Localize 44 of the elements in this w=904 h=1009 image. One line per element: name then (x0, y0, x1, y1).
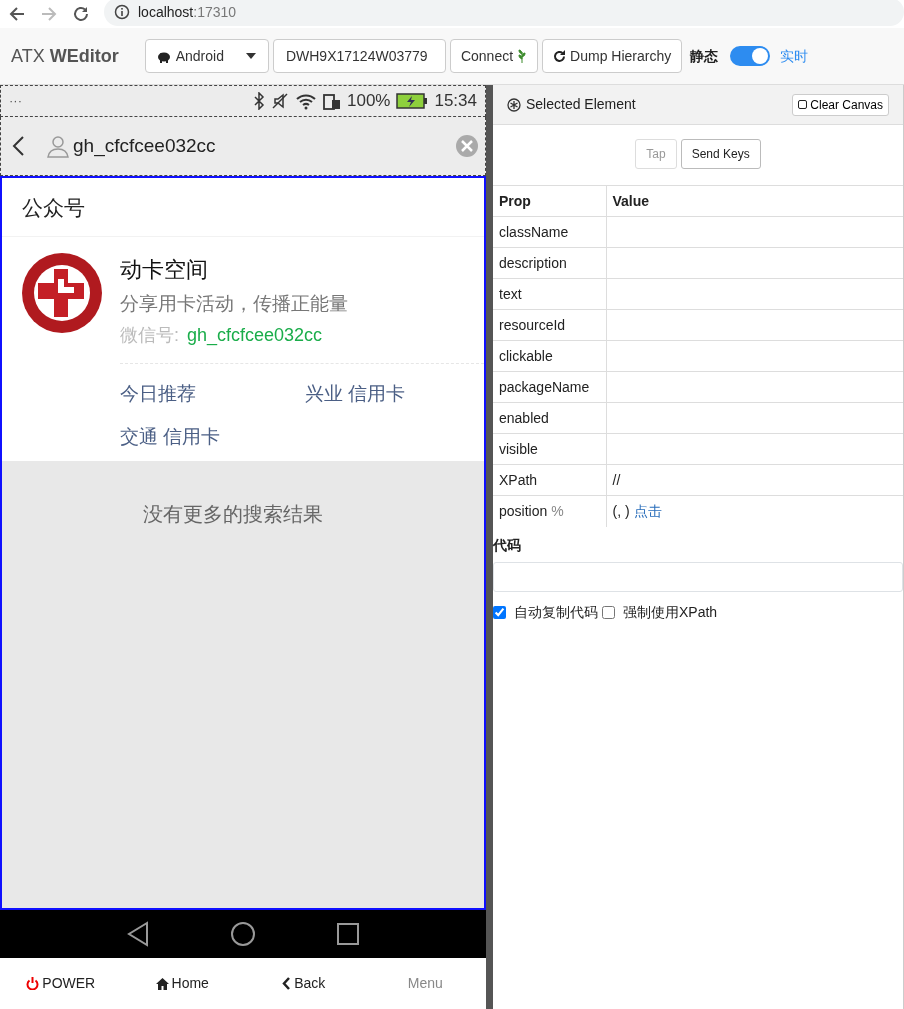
value-text: (, ) (612, 502, 630, 519)
prop-cell: packageName (493, 371, 606, 403)
value-cell: // (606, 464, 903, 496)
home-button[interactable]: Home (121, 972, 243, 995)
option-label: 强制使用XPath (623, 602, 718, 622)
dump-hierarchy-button[interactable]: Dump Hierarchy (542, 39, 683, 73)
clear-canvas-button[interactable]: Clear Canvas (792, 93, 889, 116)
back-button[interactable]: Back (243, 972, 365, 995)
wechat-id: gh_cfcfcee032cc (187, 324, 323, 348)
code-label: 代码 (493, 535, 522, 555)
mode-label: 实时 (780, 46, 809, 66)
connect-button[interactable]: Connect (449, 39, 539, 73)
prop-cell: className (493, 216, 606, 248)
column-header: Prop (493, 185, 606, 217)
prop-cell: resourceId (493, 309, 606, 341)
prop-cell: text (493, 278, 606, 310)
shortcut-link[interactable]: 交通 信用卡 (120, 422, 305, 451)
prop-cell: position % (493, 495, 606, 527)
shortcut-link[interactable]: 兴业 信用卡 (305, 380, 484, 409)
shortcut-link[interactable]: 今日推荐 (120, 380, 305, 409)
column-header: Value (606, 185, 903, 217)
mode-label: 静态 (690, 46, 719, 66)
prop-cell: enabled (493, 402, 606, 434)
account-name[interactable]: 动卡空间 (120, 252, 484, 286)
prop-cell: visible (493, 433, 606, 465)
panel-title: Selected Element (526, 95, 636, 114)
battery-percent: 100% (346, 90, 391, 113)
no-more-results: 没有更多的搜索结果 (142, 502, 324, 527)
url-text[interactable]: localhost:17310 (138, 1, 237, 23)
action-button[interactable]: Send Keys (680, 139, 761, 169)
overflow-text: ··· (9, 92, 23, 111)
prop-cell: description (493, 247, 606, 279)
power-button[interactable]: POWER (0, 972, 122, 995)
option-label: 自动复制代码 (514, 602, 598, 622)
platform-dropdown[interactable]: Android (144, 39, 269, 73)
clock-text: 15:34 (434, 90, 477, 113)
serial-field[interactable]: DWH9X17124W03779 (272, 39, 446, 73)
section-heading: 公众号 (2, 178, 484, 237)
prop-cell: XPath (493, 464, 606, 496)
account-description: 分享用卡活动，传播正能量 (120, 291, 349, 316)
tap-link[interactable]: 点击 (633, 502, 662, 519)
prop-cell: clickable (493, 340, 606, 372)
app-title: ATX WEditor (11, 44, 119, 68)
wechat-id-label: 微信号: (120, 324, 179, 347)
